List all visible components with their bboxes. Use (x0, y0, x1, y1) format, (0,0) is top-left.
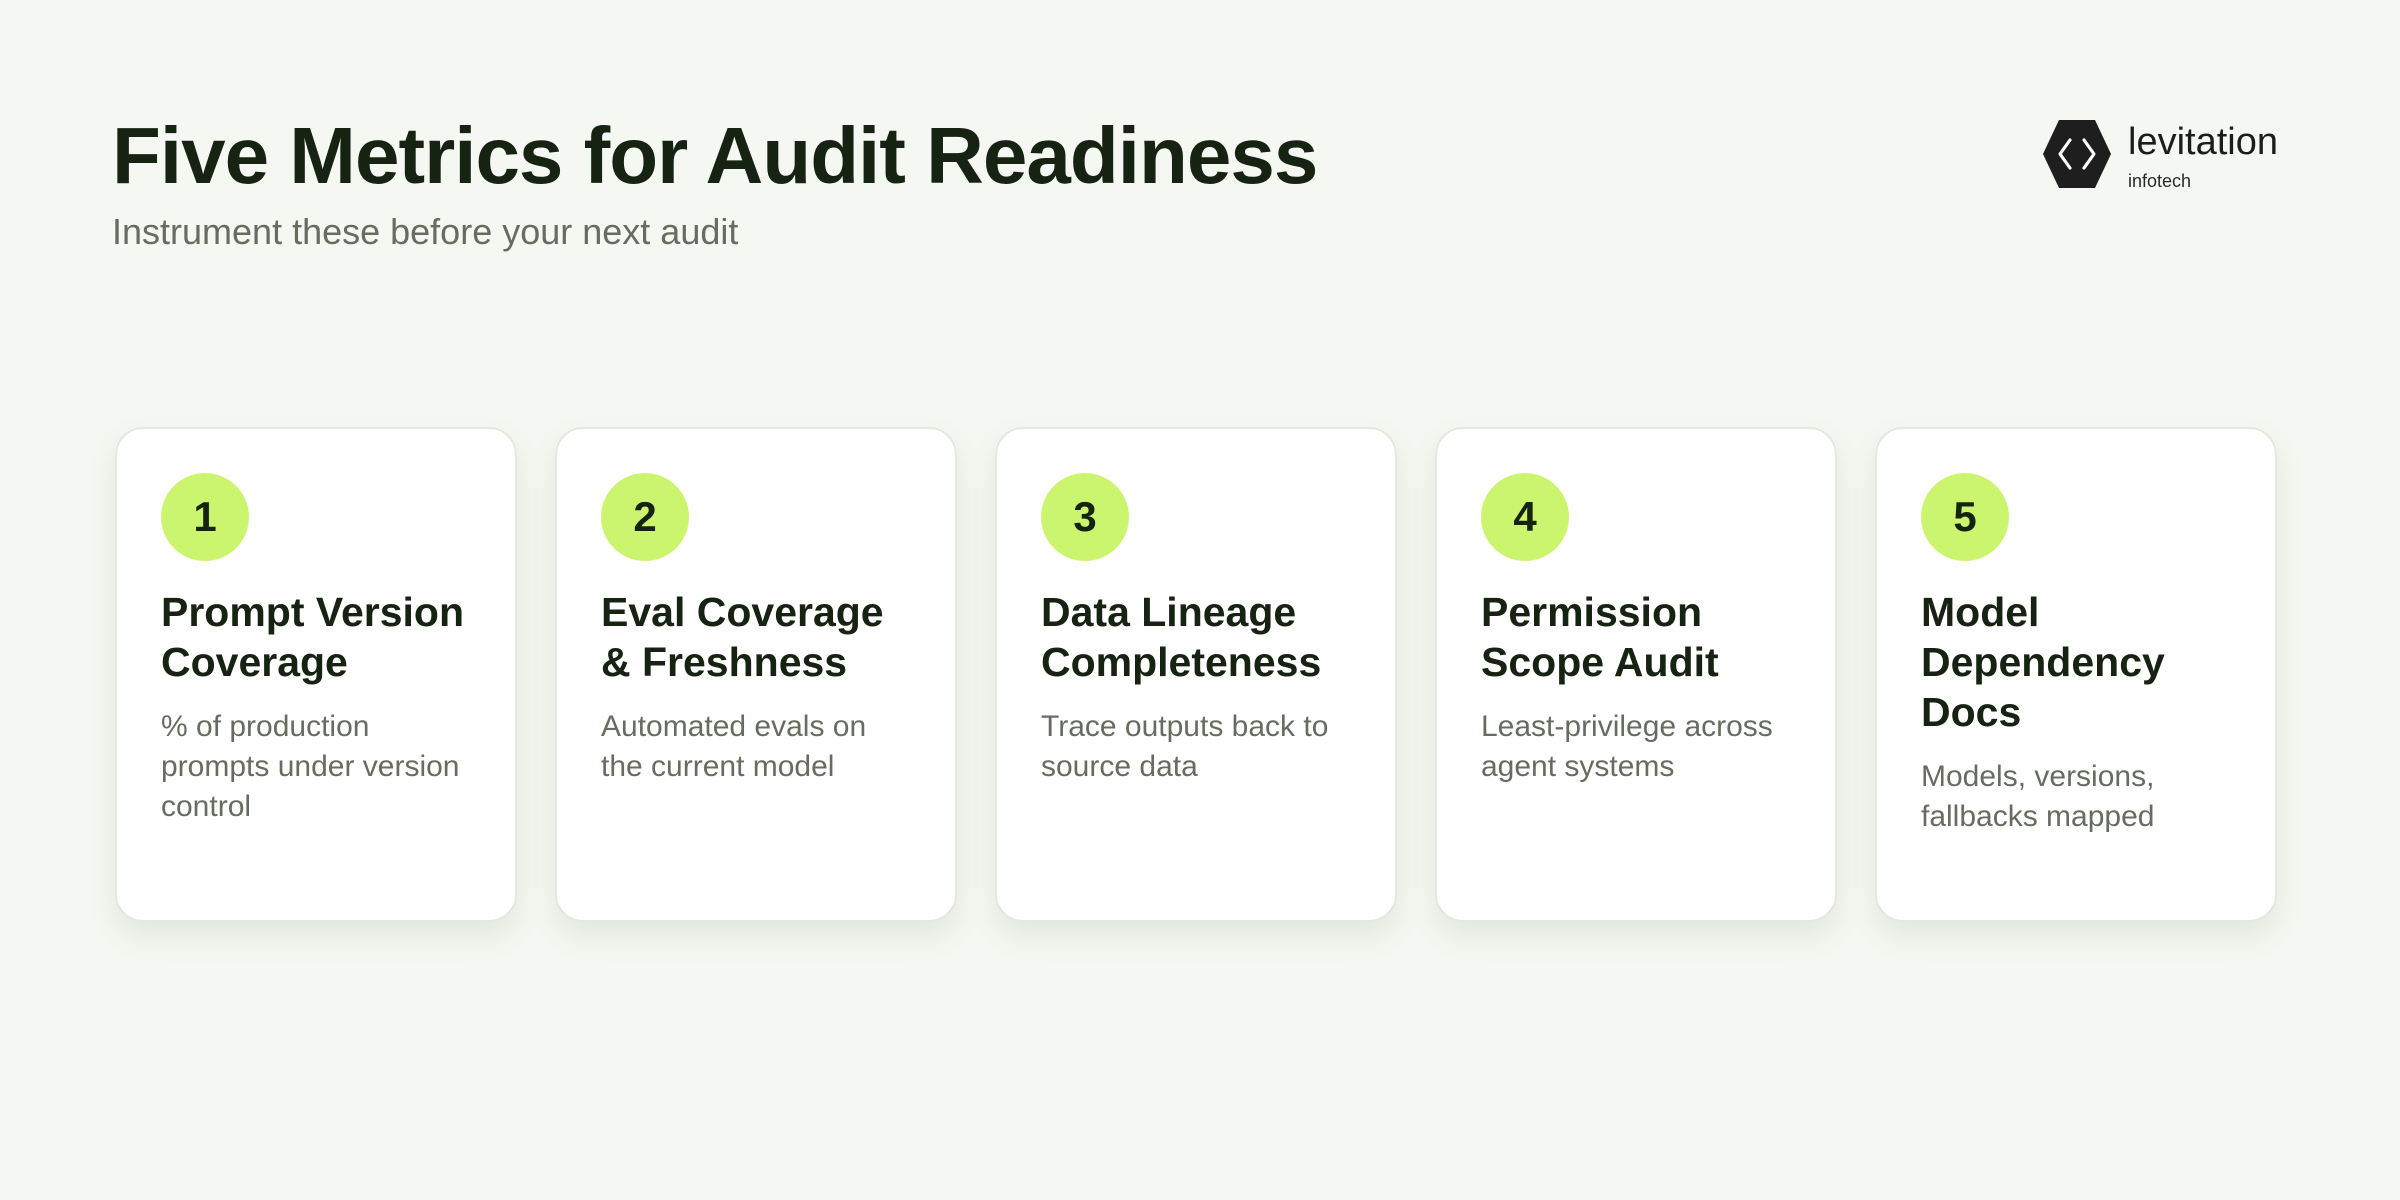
metric-description: Trace outputs back to source data (1041, 710, 1329, 783)
metric-number-badge: 4 (1481, 473, 1569, 561)
metric-number-badge: 2 (601, 473, 689, 561)
header: Five Metrics for Audit Readiness Instrum… (112, 108, 1318, 254)
metric-cards: 1 Prompt Version Coverage % of productio… (115, 427, 2277, 922)
brand-logo: levitation infotech (2042, 118, 2292, 198)
metric-number-badge: 3 (1041, 473, 1129, 561)
metric-title: Permission Scope Audit (1481, 589, 1719, 685)
brand-name: levitation (2128, 121, 2278, 163)
metric-title: Eval Coverage & Freshness (601, 589, 884, 685)
metric-description: Least-privilege across agent systems (1481, 710, 1773, 783)
metric-card-5: 5 Model Dependency Docs Models, versions… (1875, 427, 2277, 922)
hexagon-chevrons-icon (2043, 120, 2111, 188)
brand-subname: infotech (2128, 171, 2192, 191)
metric-card-2: 2 Eval Coverage & Freshness Automated ev… (555, 427, 957, 922)
metric-card-3: 3 Data Lineage Completeness Trace output… (995, 427, 1397, 922)
metric-card-1: 1 Prompt Version Coverage % of productio… (115, 427, 517, 922)
metric-description: % of production prompts under version co… (161, 710, 460, 823)
metric-description: Models, versions, fallbacks mapped (1921, 760, 2155, 833)
metric-description: Automated evals on the current model (601, 710, 867, 783)
metric-number-badge: 1 (161, 473, 249, 561)
metric-title: Prompt Version Coverage (161, 589, 465, 685)
page-title: Five Metrics for Audit Readiness (112, 111, 1318, 200)
metric-title: Data Lineage Completeness (1041, 589, 1322, 685)
metric-card-4: 4 Permission Scope Audit Least-privilege… (1435, 427, 1837, 922)
metric-number-badge: 5 (1921, 473, 2009, 561)
metric-title: Model Dependency Docs (1921, 589, 2165, 735)
page-subtitle: Instrument these before your next audit (112, 211, 739, 252)
